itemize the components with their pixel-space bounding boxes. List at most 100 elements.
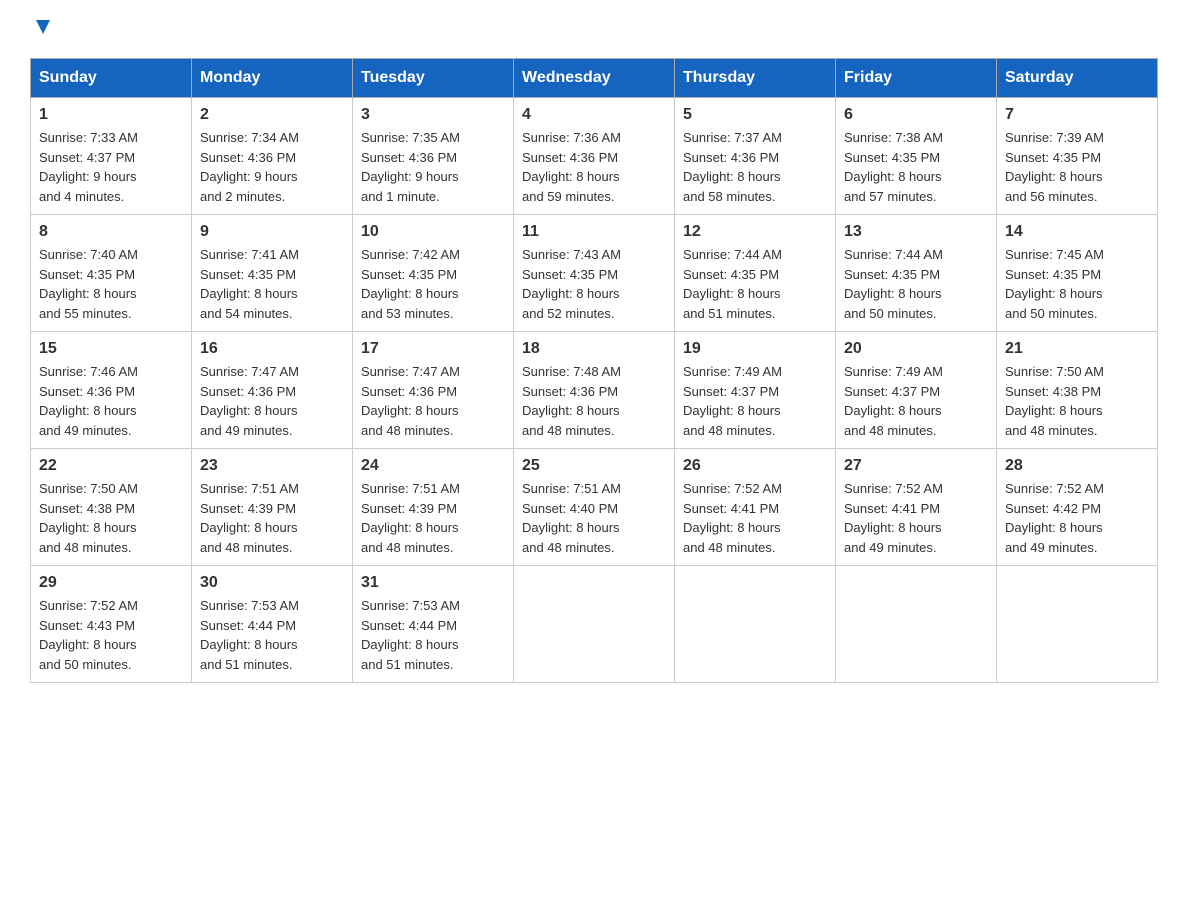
calendar-cell: 25 Sunrise: 7:51 AMSunset: 4:40 PMDaylig… [514,449,675,566]
calendar-cell: 22 Sunrise: 7:50 AMSunset: 4:38 PMDaylig… [31,449,192,566]
logo [30,20,54,38]
calendar-cell: 16 Sunrise: 7:47 AMSunset: 4:36 PMDaylig… [192,332,353,449]
day-number: 6 [844,106,988,124]
day-number: 16 [200,340,344,358]
day-of-week-header: Wednesday [514,59,675,98]
day-number: 21 [1005,340,1149,358]
day-info: Sunrise: 7:50 AMSunset: 4:38 PMDaylight:… [39,479,183,557]
day-info: Sunrise: 7:52 AMSunset: 4:42 PMDaylight:… [1005,479,1149,557]
day-of-week-header: Sunday [31,59,192,98]
day-number: 1 [39,106,183,124]
day-info: Sunrise: 7:46 AMSunset: 4:36 PMDaylight:… [39,362,183,440]
calendar-header-row: SundayMondayTuesdayWednesdayThursdayFrid… [31,59,1158,98]
day-number: 23 [200,457,344,475]
calendar-cell: 18 Sunrise: 7:48 AMSunset: 4:36 PMDaylig… [514,332,675,449]
day-info: Sunrise: 7:45 AMSunset: 4:35 PMDaylight:… [1005,245,1149,323]
day-number: 19 [683,340,827,358]
day-info: Sunrise: 7:44 AMSunset: 4:35 PMDaylight:… [683,245,827,323]
calendar-cell: 31 Sunrise: 7:53 AMSunset: 4:44 PMDaylig… [353,566,514,683]
calendar-cell: 28 Sunrise: 7:52 AMSunset: 4:42 PMDaylig… [997,449,1158,566]
day-info: Sunrise: 7:35 AMSunset: 4:36 PMDaylight:… [361,128,505,206]
calendar-table: SundayMondayTuesdayWednesdayThursdayFrid… [30,58,1158,683]
calendar-cell: 20 Sunrise: 7:49 AMSunset: 4:37 PMDaylig… [836,332,997,449]
day-number: 9 [200,223,344,241]
day-number: 27 [844,457,988,475]
day-number: 28 [1005,457,1149,475]
day-info: Sunrise: 7:44 AMSunset: 4:35 PMDaylight:… [844,245,988,323]
day-info: Sunrise: 7:49 AMSunset: 4:37 PMDaylight:… [844,362,988,440]
calendar-cell: 12 Sunrise: 7:44 AMSunset: 4:35 PMDaylig… [675,215,836,332]
calendar-cell: 4 Sunrise: 7:36 AMSunset: 4:36 PMDayligh… [514,98,675,215]
day-info: Sunrise: 7:47 AMSunset: 4:36 PMDaylight:… [361,362,505,440]
day-number: 26 [683,457,827,475]
calendar-cell [836,566,997,683]
calendar-cell: 26 Sunrise: 7:52 AMSunset: 4:41 PMDaylig… [675,449,836,566]
day-number: 15 [39,340,183,358]
calendar-cell: 2 Sunrise: 7:34 AMSunset: 4:36 PMDayligh… [192,98,353,215]
day-info: Sunrise: 7:49 AMSunset: 4:37 PMDaylight:… [683,362,827,440]
day-number: 14 [1005,223,1149,241]
day-info: Sunrise: 7:37 AMSunset: 4:36 PMDaylight:… [683,128,827,206]
calendar-cell: 29 Sunrise: 7:52 AMSunset: 4:43 PMDaylig… [31,566,192,683]
calendar-cell: 9 Sunrise: 7:41 AMSunset: 4:35 PMDayligh… [192,215,353,332]
day-number: 17 [361,340,505,358]
day-number: 3 [361,106,505,124]
day-number: 24 [361,457,505,475]
day-number: 18 [522,340,666,358]
day-number: 11 [522,223,666,241]
calendar-cell [675,566,836,683]
calendar-cell: 30 Sunrise: 7:53 AMSunset: 4:44 PMDaylig… [192,566,353,683]
day-info: Sunrise: 7:41 AMSunset: 4:35 PMDaylight:… [200,245,344,323]
day-info: Sunrise: 7:51 AMSunset: 4:39 PMDaylight:… [200,479,344,557]
day-number: 4 [522,106,666,124]
day-info: Sunrise: 7:36 AMSunset: 4:36 PMDaylight:… [522,128,666,206]
day-info: Sunrise: 7:33 AMSunset: 4:37 PMDaylight:… [39,128,183,206]
day-number: 29 [39,574,183,592]
calendar-week-row: 15 Sunrise: 7:46 AMSunset: 4:36 PMDaylig… [31,332,1158,449]
day-info: Sunrise: 7:48 AMSunset: 4:36 PMDaylight:… [522,362,666,440]
calendar-cell: 5 Sunrise: 7:37 AMSunset: 4:36 PMDayligh… [675,98,836,215]
day-number: 30 [200,574,344,592]
day-of-week-header: Friday [836,59,997,98]
calendar-cell: 23 Sunrise: 7:51 AMSunset: 4:39 PMDaylig… [192,449,353,566]
calendar-week-row: 22 Sunrise: 7:50 AMSunset: 4:38 PMDaylig… [31,449,1158,566]
day-info: Sunrise: 7:43 AMSunset: 4:35 PMDaylight:… [522,245,666,323]
day-number: 5 [683,106,827,124]
day-number: 25 [522,457,666,475]
calendar-cell: 21 Sunrise: 7:50 AMSunset: 4:38 PMDaylig… [997,332,1158,449]
day-of-week-header: Monday [192,59,353,98]
day-info: Sunrise: 7:47 AMSunset: 4:36 PMDaylight:… [200,362,344,440]
calendar-week-row: 8 Sunrise: 7:40 AMSunset: 4:35 PMDayligh… [31,215,1158,332]
day-number: 20 [844,340,988,358]
day-info: Sunrise: 7:40 AMSunset: 4:35 PMDaylight:… [39,245,183,323]
calendar-cell: 1 Sunrise: 7:33 AMSunset: 4:37 PMDayligh… [31,98,192,215]
calendar-cell [997,566,1158,683]
calendar-cell: 19 Sunrise: 7:49 AMSunset: 4:37 PMDaylig… [675,332,836,449]
day-of-week-header: Tuesday [353,59,514,98]
day-info: Sunrise: 7:52 AMSunset: 4:43 PMDaylight:… [39,596,183,674]
calendar-cell: 24 Sunrise: 7:51 AMSunset: 4:39 PMDaylig… [353,449,514,566]
calendar-cell: 10 Sunrise: 7:42 AMSunset: 4:35 PMDaylig… [353,215,514,332]
calendar-cell: 3 Sunrise: 7:35 AMSunset: 4:36 PMDayligh… [353,98,514,215]
calendar-cell: 7 Sunrise: 7:39 AMSunset: 4:35 PMDayligh… [997,98,1158,215]
day-info: Sunrise: 7:50 AMSunset: 4:38 PMDaylight:… [1005,362,1149,440]
day-number: 31 [361,574,505,592]
page-header [30,20,1158,38]
day-number: 10 [361,223,505,241]
calendar-week-row: 1 Sunrise: 7:33 AMSunset: 4:37 PMDayligh… [31,98,1158,215]
calendar-cell: 6 Sunrise: 7:38 AMSunset: 4:35 PMDayligh… [836,98,997,215]
day-of-week-header: Thursday [675,59,836,98]
day-of-week-header: Saturday [997,59,1158,98]
day-info: Sunrise: 7:51 AMSunset: 4:40 PMDaylight:… [522,479,666,557]
day-number: 8 [39,223,183,241]
calendar-week-row: 29 Sunrise: 7:52 AMSunset: 4:43 PMDaylig… [31,566,1158,683]
day-info: Sunrise: 7:51 AMSunset: 4:39 PMDaylight:… [361,479,505,557]
day-info: Sunrise: 7:53 AMSunset: 4:44 PMDaylight:… [361,596,505,674]
day-info: Sunrise: 7:53 AMSunset: 4:44 PMDaylight:… [200,596,344,674]
day-info: Sunrise: 7:34 AMSunset: 4:36 PMDaylight:… [200,128,344,206]
day-info: Sunrise: 7:52 AMSunset: 4:41 PMDaylight:… [844,479,988,557]
calendar-cell: 14 Sunrise: 7:45 AMSunset: 4:35 PMDaylig… [997,215,1158,332]
day-number: 12 [683,223,827,241]
calendar-cell: 15 Sunrise: 7:46 AMSunset: 4:36 PMDaylig… [31,332,192,449]
calendar-cell: 17 Sunrise: 7:47 AMSunset: 4:36 PMDaylig… [353,332,514,449]
